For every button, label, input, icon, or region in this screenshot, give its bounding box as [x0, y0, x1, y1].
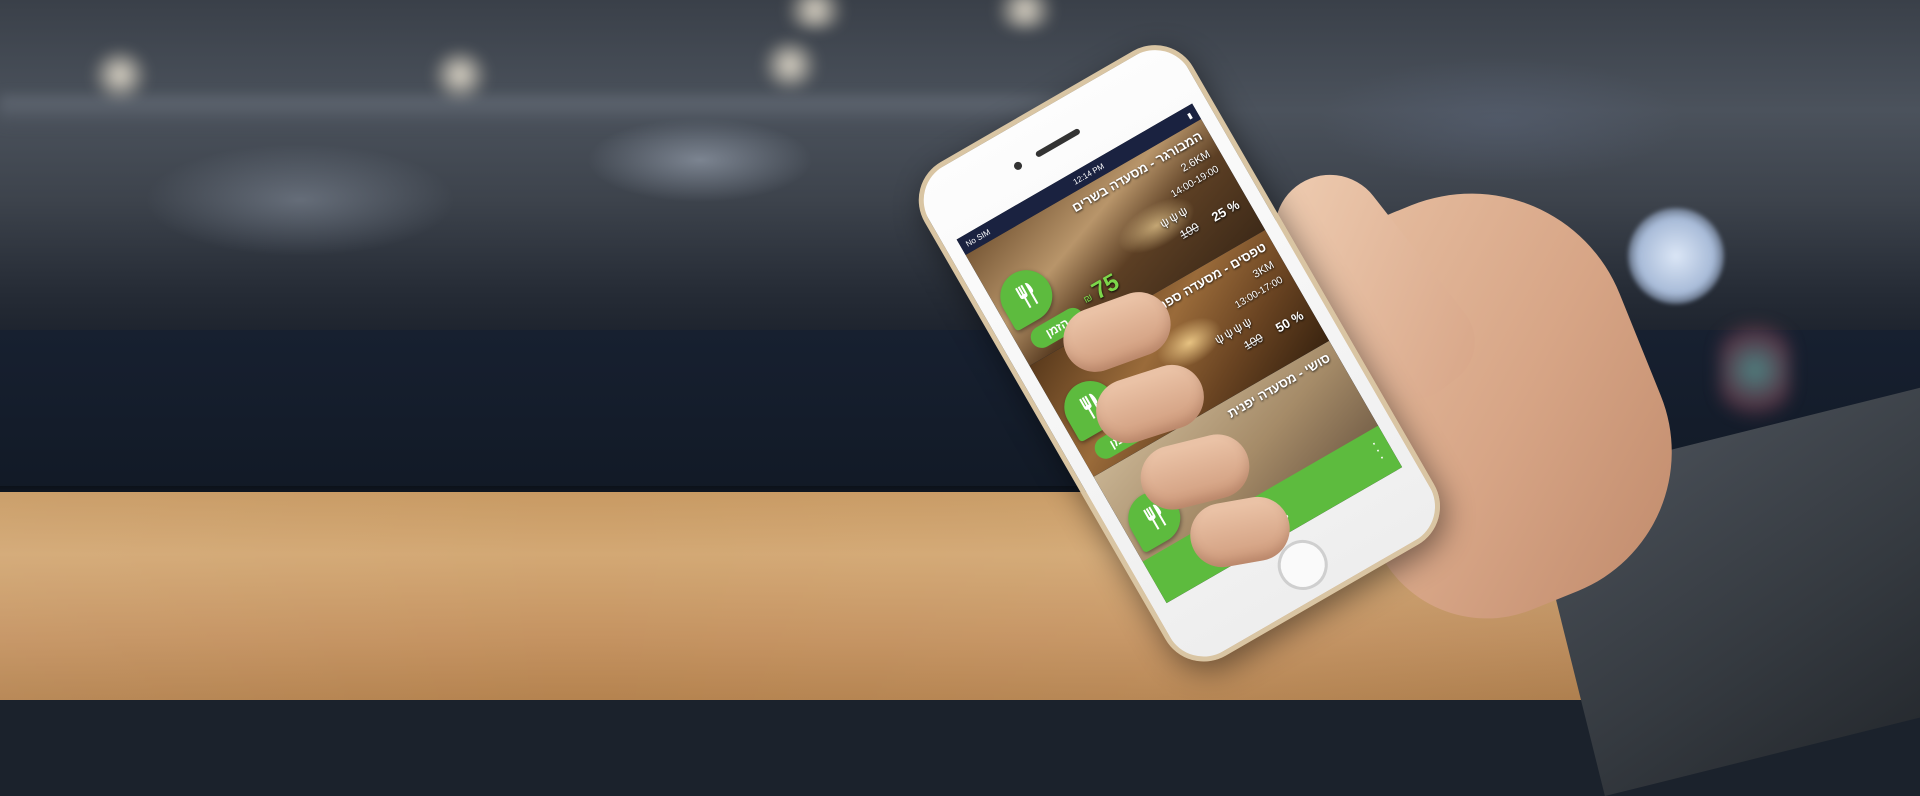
battery-icon: ▮	[1185, 110, 1194, 121]
more-vertical-icon[interactable]: · · ·	[1367, 435, 1388, 466]
ceiling-light	[760, 40, 820, 90]
ceiling-light	[90, 50, 150, 100]
front-camera	[1012, 160, 1024, 172]
bokeh-light	[1720, 320, 1790, 420]
kitchen-shelf	[0, 96, 1100, 126]
bokeh-light	[1628, 208, 1724, 304]
ceiling-light	[430, 50, 490, 100]
earpiece-speaker	[1034, 127, 1082, 158]
